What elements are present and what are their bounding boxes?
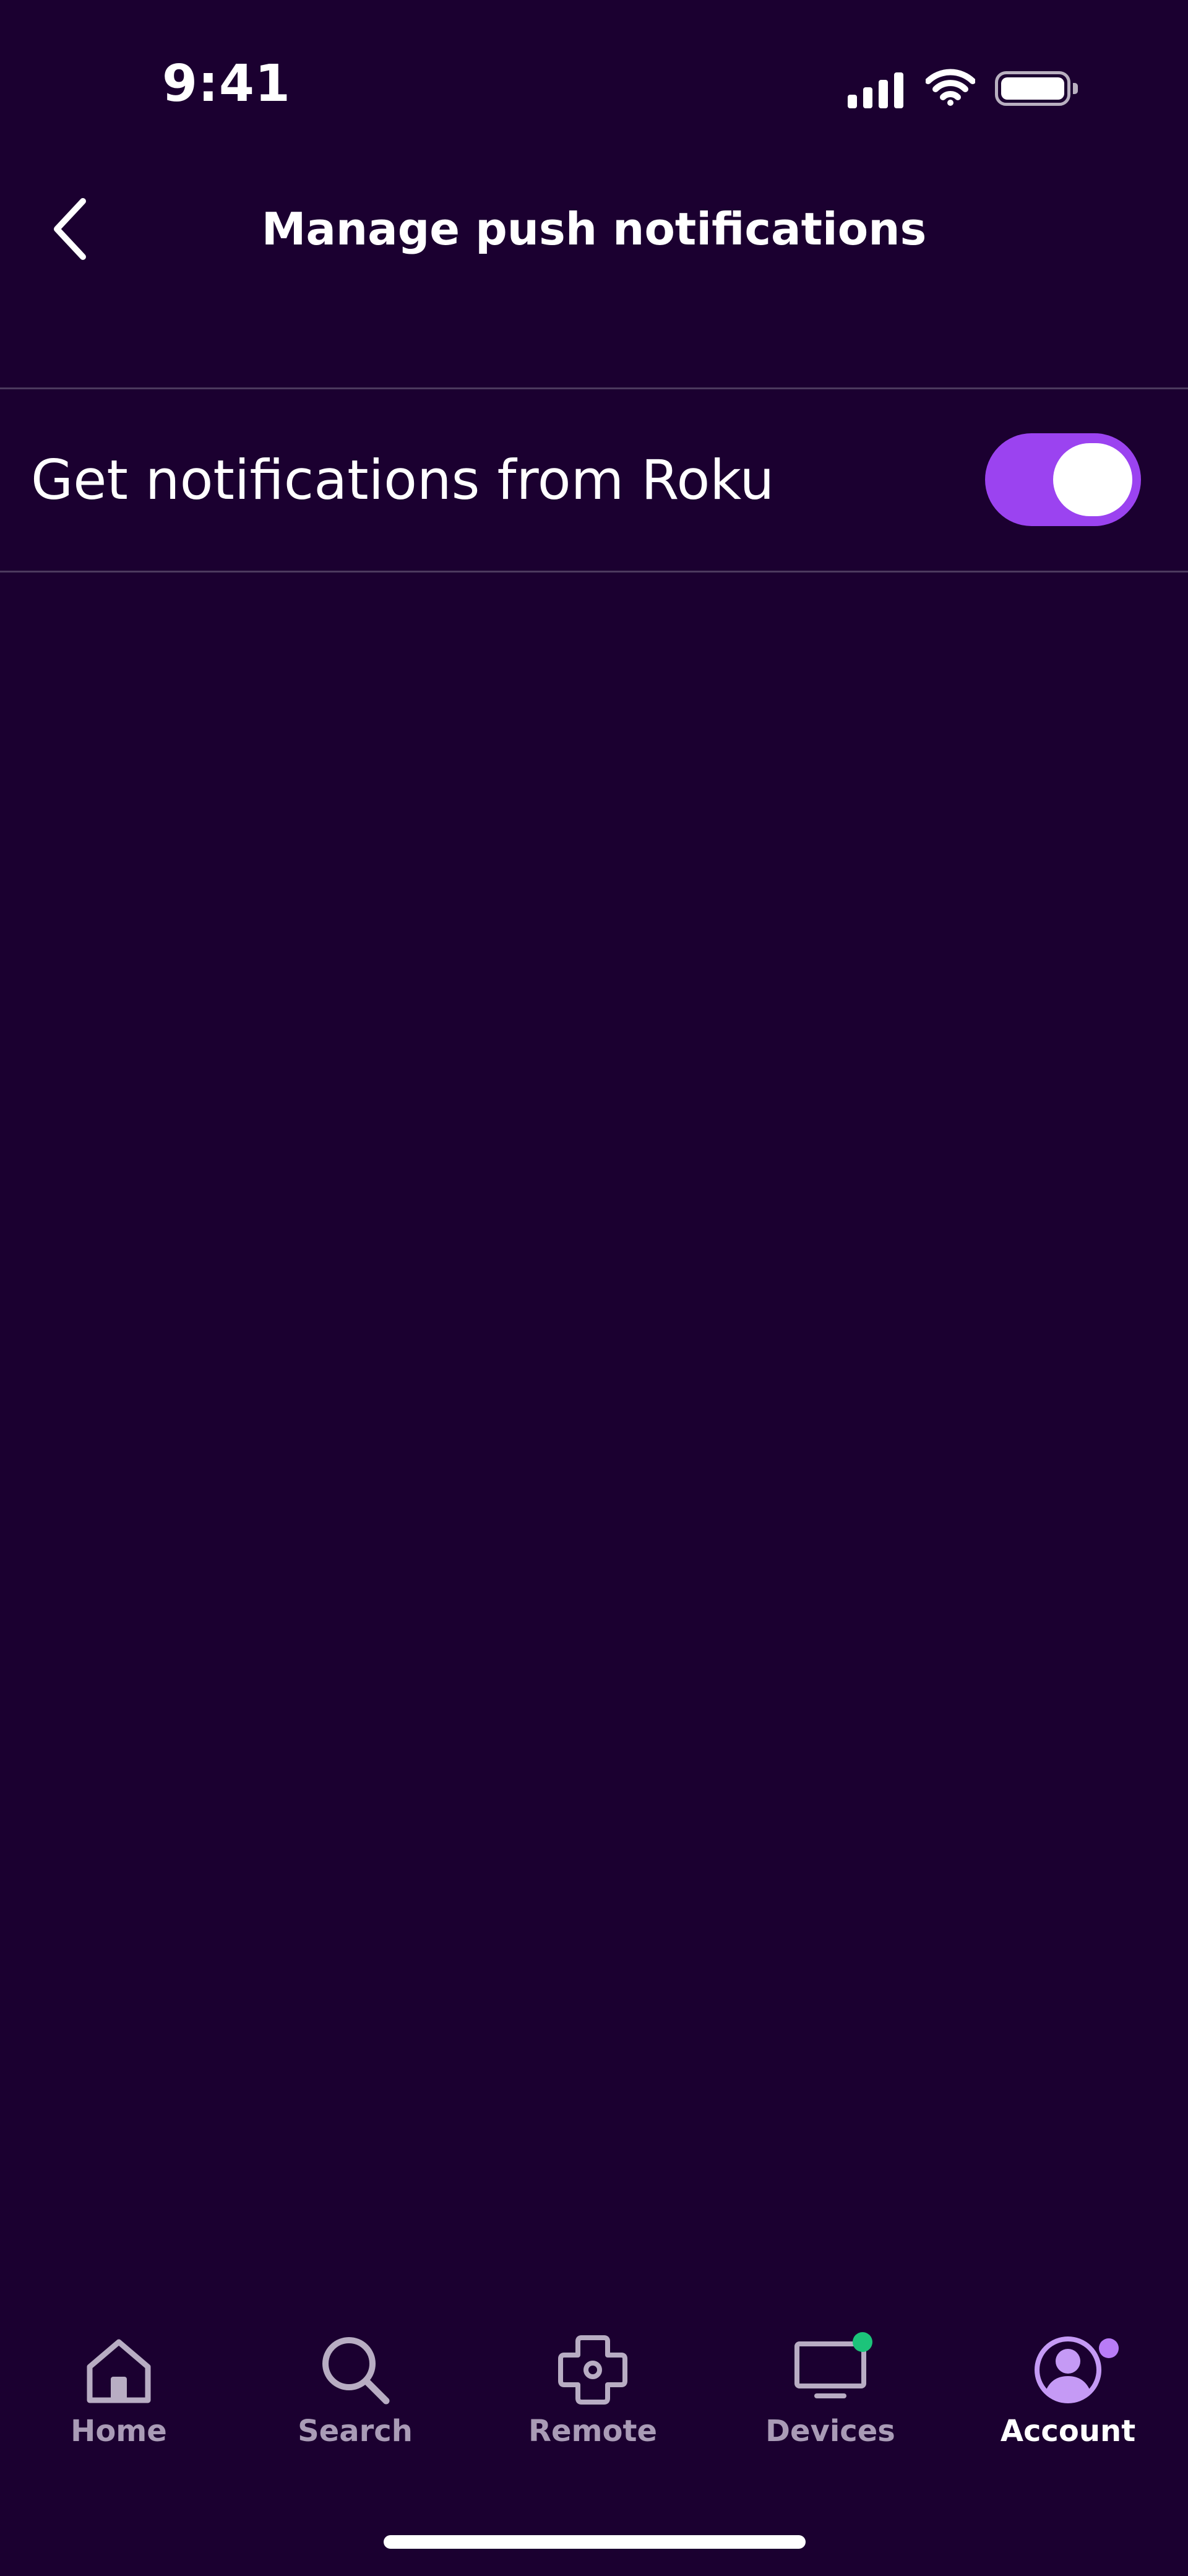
notifications-toggle[interactable] — [985, 433, 1141, 526]
status-time: 9:41 — [162, 54, 291, 113]
tv-icon — [793, 2330, 872, 2410]
tab-remote[interactable]: Remote — [500, 2327, 686, 2476]
home-icon — [82, 2330, 155, 2410]
cellular-signal-icon — [848, 69, 903, 108]
status-icons — [848, 67, 1078, 110]
tab-account[interactable]: Account — [975, 2327, 1161, 2476]
tab-label: Devices — [765, 2414, 895, 2448]
search-icon — [318, 2330, 392, 2410]
settings-row-roku-notifications[interactable]: Get notifications from Roku — [0, 389, 1188, 571]
battery-icon — [995, 71, 1078, 106]
tab-search[interactable]: Search — [262, 2327, 448, 2476]
home-indicator[interactable] — [384, 2535, 806, 2549]
nav-header: Manage push notifications — [0, 161, 1188, 297]
account-icon — [1031, 2330, 1119, 2410]
devices-status-dot — [853, 2332, 872, 2352]
row-label: Get notifications from Roku — [31, 448, 775, 512]
tab-home[interactable]: Home — [26, 2327, 212, 2476]
status-bar: 9:41 — [0, 0, 1188, 161]
tab-devices[interactable]: Devices — [738, 2327, 923, 2476]
page-title: Manage push notifications — [261, 203, 927, 255]
account-notification-dot — [1099, 2338, 1119, 2358]
toggle-knob — [1053, 443, 1132, 516]
tab-label: Remote — [528, 2414, 657, 2448]
tab-bar: Home Search Remote Devices Account — [0, 2327, 1188, 2482]
tab-label: Home — [71, 2414, 167, 2448]
divider-bottom — [0, 571, 1188, 573]
tab-label: Account — [1000, 2414, 1136, 2448]
remote-dpad-icon — [556, 2330, 630, 2410]
tab-label: Search — [298, 2414, 413, 2448]
wifi-icon — [925, 69, 976, 108]
